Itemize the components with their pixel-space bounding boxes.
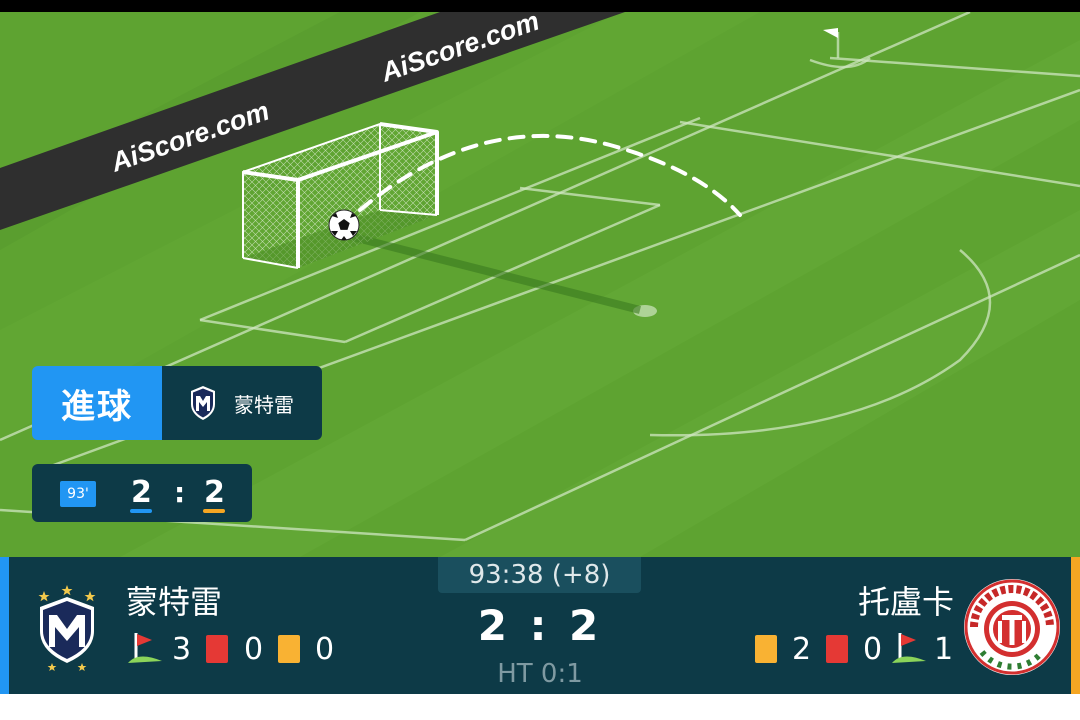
soccer-ball-icon <box>328 209 360 241</box>
match-animation-view: AiScore.com AiScore.com 進球 蒙特雷 93' 2: 2… <box>0 0 1080 720</box>
scoreboard: 蒙特雷 3 0 0 93:38 (+8) 2 : 2 HT 0:1 2 0 1 … <box>0 557 1080 694</box>
home-yellow-cards-count: 0 <box>315 632 335 667</box>
mini-score-separator: : <box>174 476 186 509</box>
bottom-strip <box>0 694 1080 720</box>
main-score: 2 : 2 <box>477 601 603 650</box>
mini-home-score: 2 <box>131 475 152 510</box>
home-team-name[interactable]: 蒙特雷 <box>126 577 222 623</box>
yellow-card-icon <box>755 635 777 663</box>
goal-event-card: 進球 蒙特雷 <box>32 366 322 440</box>
monterrey-crest-icon <box>191 386 215 420</box>
home-red-cards-count: 0 <box>244 632 264 667</box>
yellow-card-icon <box>278 635 300 663</box>
corner-flag-icon <box>128 633 162 663</box>
top-status-bar <box>0 0 1080 12</box>
goal-minute-badge: 93' <box>60 481 96 507</box>
event-team: 蒙特雷 <box>162 366 322 440</box>
away-team-name[interactable]: 托盧卡 <box>858 577 954 623</box>
halftime-score: HT 0:1 <box>497 659 583 689</box>
match-clock: 93:38 (+8) <box>438 557 641 593</box>
away-color-bar <box>203 509 225 513</box>
mini-score-card: 93' 2 : 2 <box>32 464 252 522</box>
home-edge-accent <box>0 557 9 694</box>
away-yellow-cards-count: 2 <box>792 632 812 667</box>
toluca-crest-icon[interactable] <box>962 577 1062 677</box>
red-card-icon <box>826 635 848 663</box>
event-label: 進球 <box>32 366 162 440</box>
monterrey-crest-icon[interactable] <box>34 583 100 673</box>
mini-away-score: 2 <box>204 475 225 510</box>
home-color-bar <box>130 509 152 513</box>
away-red-cards-count: 0 <box>863 632 883 667</box>
home-corners-count: 3 <box>172 632 192 667</box>
away-corners-count: 1 <box>934 632 954 667</box>
corner-flag-icon <box>892 633 926 663</box>
red-card-icon <box>206 635 228 663</box>
event-team-name: 蒙特雷 <box>234 392 294 417</box>
away-edge-accent <box>1071 557 1080 694</box>
